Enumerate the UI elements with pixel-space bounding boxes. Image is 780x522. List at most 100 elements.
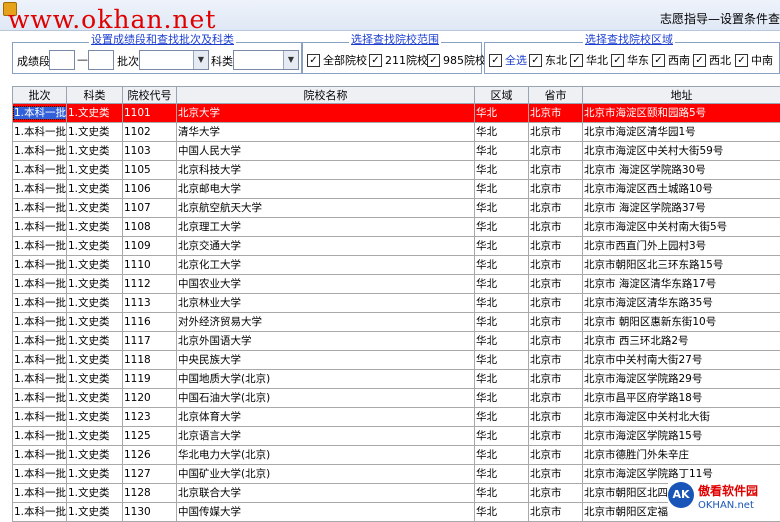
table-cell[interactable]: 北京市海淀区学院路29号 <box>583 370 780 389</box>
table-cell[interactable]: 1101 <box>123 104 177 123</box>
table-cell[interactable]: 1.文史类 <box>67 199 123 218</box>
table-row[interactable]: 1.本科一批1.文史类1127中国矿业大学(北京)华北北京市北京市海淀区学院路丁… <box>13 465 780 484</box>
table-cell[interactable]: 北京理工大学 <box>177 218 475 237</box>
table-cell[interactable]: 1106 <box>123 180 177 199</box>
table-cell[interactable]: 1130 <box>123 503 177 522</box>
table-cell[interactable]: 1.本科一批 <box>13 427 67 446</box>
table-cell[interactable]: 北京市 <box>529 142 583 161</box>
table-cell[interactable]: 北京市 <box>529 465 583 484</box>
table-cell[interactable]: 1113 <box>123 294 177 313</box>
table-cell[interactable]: 1.文史类 <box>67 351 123 370</box>
table-cell[interactable]: 北京市西直门外上园村3号 <box>583 237 780 256</box>
table-cell[interactable]: 北京市 <box>529 351 583 370</box>
table-cell[interactable]: 北京市 <box>529 237 583 256</box>
table-cell[interactable]: 北京体育大学 <box>177 408 475 427</box>
header-school-code[interactable]: 院校代号 <box>123 87 177 104</box>
checkbox-region-xibei[interactable]: ✓ 西北 <box>693 52 731 68</box>
table-cell[interactable]: 北京科技大学 <box>177 161 475 180</box>
table-cell[interactable]: 1.本科一批 <box>13 237 67 256</box>
checkbox-region-huadong[interactable]: ✓ 华东 <box>611 52 649 68</box>
table-cell[interactable]: 北京市 <box>529 313 583 332</box>
table-cell[interactable]: 1102 <box>123 123 177 142</box>
checkbox-all-schools[interactable]: ✓ 全部院校 <box>307 52 367 68</box>
table-cell[interactable]: 北京市中关村南大街27号 <box>583 351 780 370</box>
table-cell[interactable]: 华北 <box>475 294 529 313</box>
table-cell[interactable]: 1.文史类 <box>67 180 123 199</box>
table-cell[interactable]: 北京邮电大学 <box>177 180 475 199</box>
table-cell[interactable]: 1127 <box>123 465 177 484</box>
table-cell[interactable]: 华北 <box>475 484 529 503</box>
checkbox-region-dongbei[interactable]: ✓ 东北 <box>529 52 567 68</box>
table-cell[interactable]: 1.文史类 <box>67 484 123 503</box>
header-province[interactable]: 省市 <box>529 87 583 104</box>
table-row[interactable]: 1.本科一批1.文史类1130中国传媒大学华北北京市北京市朝阳区定福庄东街 <box>13 503 780 522</box>
table-cell[interactable]: 1.本科一批 <box>13 370 67 389</box>
table-cell[interactable]: 华北 <box>475 503 529 522</box>
table-cell[interactable]: 中国地质大学(北京) <box>177 370 475 389</box>
table-row[interactable]: 1.本科一批1.文史类1120中国石油大学(北京)华北北京市北京市昌平区府学路1… <box>13 389 780 408</box>
table-cell[interactable]: 北京市海淀区清华园1号 <box>583 123 780 142</box>
table-cell[interactable]: 1.文史类 <box>67 237 123 256</box>
score-to-input[interactable] <box>88 50 114 70</box>
batch-select[interactable]: ▼ <box>139 50 209 70</box>
table-cell[interactable]: 1.文史类 <box>67 275 123 294</box>
table-cell[interactable]: 北京市海淀区颐和园路5号 <box>583 104 780 123</box>
table-cell[interactable]: 1.文史类 <box>67 389 123 408</box>
table-cell[interactable]: 1.本科一批 <box>13 465 67 484</box>
table-cell[interactable]: 中国人民大学 <box>177 142 475 161</box>
chevron-down-icon[interactable]: ▼ <box>193 51 208 69</box>
table-cell[interactable]: 北京市 海淀区清华东路17号 <box>583 275 780 294</box>
table-cell[interactable]: 华北 <box>475 446 529 465</box>
table-cell[interactable]: 北京林业大学 <box>177 294 475 313</box>
table-cell[interactable]: 华北 <box>475 389 529 408</box>
checkbox-region-xinan[interactable]: ✓ 西南 <box>652 52 690 68</box>
table-row[interactable]: 1.本科一批1.文史类1103中国人民大学华北北京市北京市海淀区中关村大街59号 <box>13 142 780 161</box>
table-cell[interactable]: 华北 <box>475 465 529 484</box>
table-cell[interactable]: 1.本科一批 <box>13 199 67 218</box>
table-cell[interactable]: 北京交通大学 <box>177 237 475 256</box>
table-cell[interactable]: 北京市 <box>529 332 583 351</box>
table-cell[interactable]: 北京化工大学 <box>177 256 475 275</box>
table-cell[interactable]: 1.本科一批 <box>13 275 67 294</box>
table-cell[interactable]: 1110 <box>123 256 177 275</box>
table-cell[interactable]: 中国石油大学(北京) <box>177 389 475 408</box>
table-cell[interactable]: 华北 <box>475 161 529 180</box>
table-cell[interactable]: 北京市海淀区清华东路35号 <box>583 294 780 313</box>
table-row[interactable]: 1.本科一批1.文史类1101北京大学华北北京市北京市海淀区颐和园路5号 <box>13 104 780 123</box>
table-cell[interactable]: 1.本科一批 <box>13 446 67 465</box>
table-cell[interactable]: 1.本科一批 <box>13 351 67 370</box>
checkbox-select-all[interactable]: ✓ 全选 <box>489 52 527 68</box>
table-cell[interactable]: 1117 <box>123 332 177 351</box>
table-cell[interactable]: 北京语言大学 <box>177 427 475 446</box>
table-cell[interactable]: 北京市 <box>529 446 583 465</box>
table-row[interactable]: 1.本科一批1.文史类1102清华大学华北北京市北京市海淀区清华园1号 <box>13 123 780 142</box>
table-row[interactable]: 1.本科一批1.文史类1113北京林业大学华北北京市北京市海淀区清华东路35号 <box>13 294 780 313</box>
table-row[interactable]: 1.本科一批1.文史类1107北京航空航天大学华北北京市北京市 海淀区学院路37… <box>13 199 780 218</box>
table-row[interactable]: 1.本科一批1.文史类1112中国农业大学华北北京市北京市 海淀区清华东路17号 <box>13 275 780 294</box>
table-cell[interactable]: 1107 <box>123 199 177 218</box>
table-row[interactable]: 1.本科一批1.文史类1117北京外国语大学华北北京市北京市 西三环北路2号 <box>13 332 780 351</box>
table-row[interactable]: 1.本科一批1.文史类1128北京联合大学华北北京市北京市朝阳区北四环东路 <box>13 484 780 503</box>
table-cell[interactable]: 1.本科一批 <box>13 256 67 275</box>
table-cell[interactable]: 1.本科一批 <box>13 408 67 427</box>
table-cell[interactable]: 1.文史类 <box>67 370 123 389</box>
table-cell[interactable]: 1.文史类 <box>67 256 123 275</box>
table-cell[interactable]: 1.本科一批 <box>13 313 67 332</box>
table-cell[interactable]: 华北 <box>475 199 529 218</box>
table-cell[interactable]: 1123 <box>123 408 177 427</box>
table-cell[interactable]: 华北 <box>475 275 529 294</box>
table-cell[interactable]: 北京联合大学 <box>177 484 475 503</box>
table-cell[interactable]: 中央民族大学 <box>177 351 475 370</box>
table-cell[interactable]: 华北电力大学(北京) <box>177 446 475 465</box>
table-row[interactable]: 1.本科一批1.文史类1125北京语言大学华北北京市北京市海淀区学院路15号 <box>13 427 780 446</box>
table-cell[interactable]: 华北 <box>475 370 529 389</box>
table-cell[interactable]: 北京市 <box>529 408 583 427</box>
table-cell[interactable]: 北京市朝阳区北三环东路15号 <box>583 256 780 275</box>
table-cell[interactable]: 北京市 <box>529 370 583 389</box>
table-cell[interactable]: 1120 <box>123 389 177 408</box>
table-cell[interactable]: 华北 <box>475 351 529 370</box>
table-cell[interactable]: 华北 <box>475 237 529 256</box>
table-cell[interactable]: 1126 <box>123 446 177 465</box>
table-row[interactable]: 1.本科一批1.文史类1126华北电力大学(北京)华北北京市北京市德胜门外朱辛庄 <box>13 446 780 465</box>
table-cell[interactable]: 北京航空航天大学 <box>177 199 475 218</box>
